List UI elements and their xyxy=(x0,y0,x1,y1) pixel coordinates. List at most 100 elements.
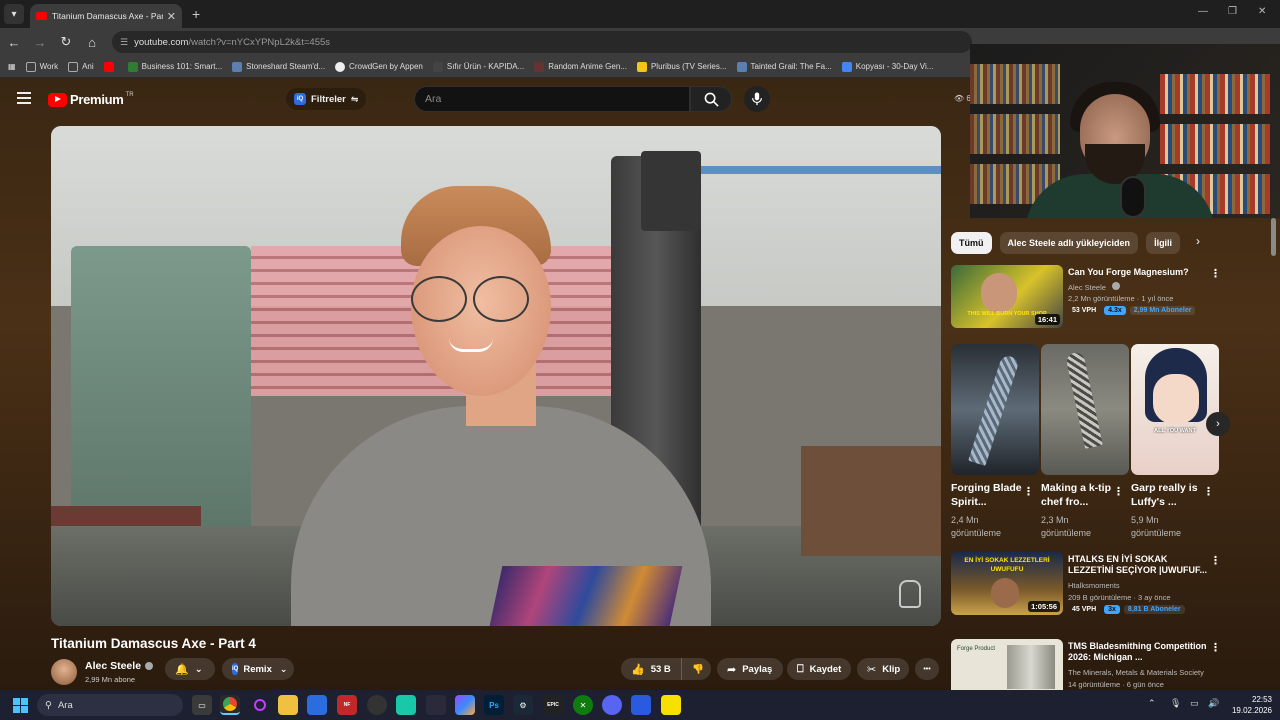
more-vertical-icon[interactable]: ⋮ xyxy=(1023,485,1034,498)
video-player[interactable] xyxy=(51,126,941,626)
sidebar-scrollbar[interactable] xyxy=(1271,218,1276,256)
apps-grid-icon[interactable]: ▦ xyxy=(8,62,16,71)
shorts-next-button[interactable]: › xyxy=(1206,412,1230,436)
tab-search-icon[interactable]: ▾ xyxy=(4,4,24,24)
home-icon[interactable]: ⌂ xyxy=(80,35,104,50)
like-button[interactable]: 👍 53 B xyxy=(621,658,681,680)
file-explorer-icon[interactable] xyxy=(278,695,298,715)
bookmark-7[interactable]: Random Anime Gen... xyxy=(534,61,627,72)
epic-games-icon[interactable]: EPIC xyxy=(543,695,563,715)
notification-bell-button[interactable]: 🔔 ⌄ xyxy=(165,658,215,680)
dislike-button[interactable]: 👎 xyxy=(681,658,711,680)
thumbs-down-icon: 👎 xyxy=(692,663,704,675)
save-button[interactable]: ⎕ Kaydet xyxy=(787,658,851,680)
chip-from-uploader[interactable]: Alec Steele adlı yükleyiciden xyxy=(999,232,1139,254)
chevron-right-icon[interactable]: › xyxy=(1196,234,1200,248)
maximize-icon[interactable]: ❐ xyxy=(1228,6,1237,17)
bookmark-9[interactable]: Tainted Grail: The Fa... xyxy=(736,61,832,72)
steam-icon[interactable]: ⚙ xyxy=(513,695,533,715)
video-thumbnail[interactable]: EN İYİ SOKAK LEZZETLERİ UWUFUFU 1:05:56 xyxy=(951,552,1063,615)
video-thumbnail[interactable]: THIS WILL BURN YOUR SHOP 16:41 xyxy=(951,265,1063,328)
more-vertical-icon[interactable]: ⋮ xyxy=(1113,485,1124,498)
channel-name[interactable]: Alec Steele xyxy=(85,660,154,672)
tab-close-icon[interactable]: ✕ xyxy=(167,10,176,23)
photoshop-icon[interactable]: Ps xyxy=(484,695,504,715)
browser-tab-active[interactable]: Titanium Damascus Axe - Part 4 ✕ xyxy=(30,4,182,28)
chip-related[interactable]: İlgili xyxy=(1146,232,1181,254)
short-thumbnail[interactable]: ALL YOU WANT xyxy=(1131,344,1219,475)
chevron-up-icon[interactable]: ⌃ xyxy=(1148,698,1156,709)
filters-button[interactable]: iQ Filtreler ⇋ xyxy=(286,88,367,110)
bookmark-1[interactable]: Ani xyxy=(68,61,94,72)
app-icon[interactable] xyxy=(396,695,416,715)
chevron-down-icon: ⌄ xyxy=(279,663,288,674)
new-tab-button[interactable]: + xyxy=(192,6,200,22)
share-button[interactable]: ➦ Paylaş xyxy=(717,658,783,680)
voice-search-button[interactable] xyxy=(744,86,770,112)
stats-badges: 53 VPH 4.3x 2,99 Mn Aboneler xyxy=(1068,306,1199,315)
display-icon[interactable]: ▭ xyxy=(1190,698,1199,709)
more-vertical-icon[interactable]: ⋮ xyxy=(1210,554,1221,567)
url-input[interactable]: ☰ youtube.com/watch?v=nYCxYPNpL2k&t=455s xyxy=(112,31,972,53)
reload-icon[interactable]: ↻ xyxy=(54,34,78,50)
verified-icon xyxy=(145,662,154,670)
recommendation-meta: 2,2 Mn görüntüleme · 1 yıl önce xyxy=(1068,294,1174,303)
short-thumbnail[interactable] xyxy=(1041,344,1129,475)
search-input[interactable]: Ara xyxy=(414,86,690,112)
back-icon[interactable]: ← xyxy=(2,35,26,50)
volume-icon[interactable]: 🔊 xyxy=(1208,698,1219,709)
bookmark-2[interactable] xyxy=(103,61,118,72)
opera-gx-icon[interactable] xyxy=(250,695,270,715)
office-icon[interactable] xyxy=(455,695,475,715)
bookmark-4[interactable]: Stoneshard Steam'd... xyxy=(232,61,325,72)
short-thumbnail[interactable] xyxy=(951,344,1039,475)
forward-icon[interactable]: → xyxy=(28,35,52,50)
clip-button[interactable]: ✂ Klip xyxy=(857,658,909,680)
remix-button[interactable]: iQ Remix ⌄ xyxy=(222,658,294,680)
chrome-icon[interactable] xyxy=(220,695,240,715)
sliders-icon: ⇋ xyxy=(350,93,359,104)
bookmark-0[interactable]: Work xyxy=(25,61,58,72)
close-window-icon[interactable]: ✕ xyxy=(1258,6,1266,17)
bookmark-10[interactable]: Kopyası - 30-Day Vi... xyxy=(841,61,933,72)
start-button[interactable] xyxy=(13,698,28,713)
netflix-icon[interactable]: NF xyxy=(337,695,357,715)
discord-icon[interactable] xyxy=(602,695,622,715)
taskbar-search-input[interactable]: ⚲ Ara xyxy=(37,694,183,716)
site-info-icon[interactable]: ☰ xyxy=(120,37,128,48)
menu-icon[interactable] xyxy=(17,92,31,104)
more-vertical-icon[interactable]: ⋮ xyxy=(1210,267,1221,280)
taskbar-clock[interactable]: 22:53 19.02.2026 xyxy=(1228,694,1272,716)
watermark-icon xyxy=(899,580,921,608)
search-button[interactable] xyxy=(690,86,732,112)
folder-icon xyxy=(25,61,36,72)
obs-icon[interactable] xyxy=(367,695,387,715)
duration-badge: 1:05:56 xyxy=(1028,601,1060,612)
more-vertical-icon[interactable]: ⋮ xyxy=(1210,641,1221,654)
recommendation-item[interactable]: THIS WILL BURN YOUR SHOP 16:41 Can You F… xyxy=(951,265,1251,329)
bookmark-3[interactable]: Business 101: Smart... xyxy=(127,61,222,72)
recommendation-title: Can You Forge Magnesium? xyxy=(1068,267,1189,277)
more-vertical-icon[interactable]: ⋮ xyxy=(1203,485,1214,498)
bookmark-5[interactable]: CrowdGen by Appen xyxy=(335,61,423,72)
channel-avatar[interactable] xyxy=(51,659,77,685)
xbox-icon[interactable]: ✕ xyxy=(573,695,593,715)
chevron-right-icon: › xyxy=(1216,418,1220,430)
sticky-notes-icon[interactable] xyxy=(661,695,681,715)
docs-favicon-icon xyxy=(841,61,852,72)
youtube-logo[interactable]: Premium TR xyxy=(48,92,134,107)
bookmark-8[interactable]: Pluribus (TV Series... xyxy=(636,61,727,72)
task-view-icon[interactable]: ▭ xyxy=(192,695,212,715)
youtube-favicon-icon xyxy=(36,12,47,20)
minimize-icon[interactable]: — xyxy=(1198,6,1208,17)
chip-all[interactable]: Tümü xyxy=(951,232,992,254)
app-icon[interactable] xyxy=(631,695,651,715)
recommendation-item[interactable]: EN İYİ SOKAK LEZZETLERİ UWUFUFU 1:05:56 … xyxy=(951,552,1251,616)
resolve-icon[interactable] xyxy=(426,695,446,715)
microphone-tray-icon[interactable]: 🎙 xyxy=(1170,698,1181,709)
verified-icon xyxy=(1112,282,1121,290)
more-actions-button[interactable]: ••• xyxy=(915,658,939,680)
video-thumbnail[interactable]: Forge Product xyxy=(951,639,1063,690)
store-icon[interactable] xyxy=(307,695,327,715)
bookmark-6[interactable]: Sıfır Ürün - KAPIDA... xyxy=(432,61,524,72)
